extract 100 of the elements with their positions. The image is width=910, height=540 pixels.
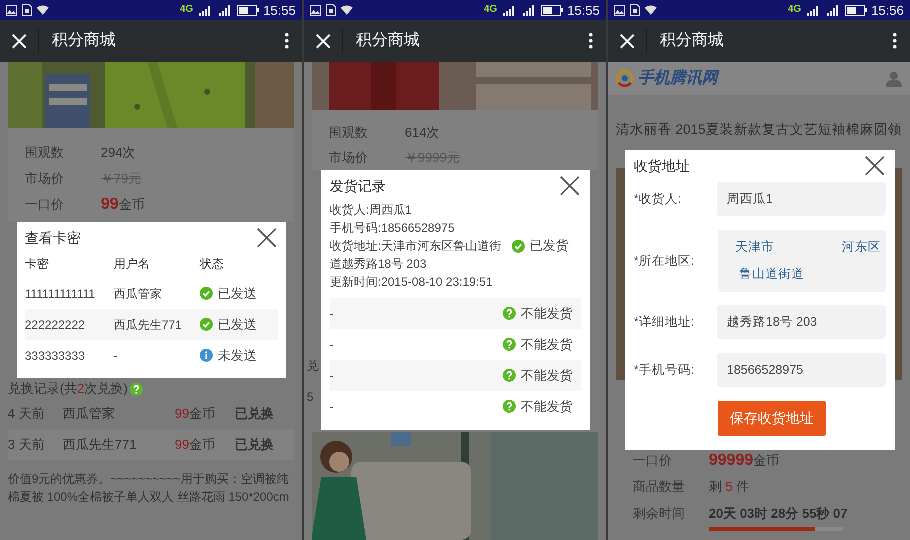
- log-status: 已兑换: [235, 436, 274, 454]
- battery-icon: [845, 4, 868, 16]
- network-label: 4G: [180, 5, 194, 15]
- stock-value: 剩 5 件: [709, 478, 750, 496]
- field-label: *收货人:: [634, 190, 682, 208]
- table-cell-text: 西瓜管家: [114, 286, 163, 302]
- input-field[interactable]: 周西瓜1: [717, 182, 886, 216]
- status-text: 未发送: [218, 346, 257, 365]
- record-line: 收货人:周西瓜1: [330, 202, 412, 219]
- log-status: 已兑换: [235, 404, 274, 423]
- dialog-title: 发货记录: [330, 176, 386, 196]
- wifi-icon: [341, 5, 353, 15]
- header-title: 积分商城: [52, 30, 117, 51]
- close-icon: [316, 34, 330, 48]
- stat-label: 剩余时间: [633, 505, 686, 523]
- exchange-log-title: 兑换记录(共2次兑换): [8, 380, 128, 398]
- table-cell-text: -: [330, 336, 334, 354]
- close-button[interactable]: [256, 227, 278, 249]
- status-text: 不能发货: [521, 398, 573, 416]
- close-icon: [560, 176, 580, 196]
- log-user: 西瓜先生771: [63, 436, 138, 454]
- sim-card-icon: [22, 4, 32, 16]
- field-label: *详细地址:: [634, 314, 696, 331]
- close-icon: [620, 34, 634, 48]
- status-text: 已发送: [218, 316, 257, 334]
- countdown-value: 20天 03时 28分 55秒 07: [709, 505, 848, 523]
- status-text: 不能发货: [521, 304, 573, 323]
- battery-icon: [541, 4, 564, 16]
- region-select[interactable]: 天津市: [736, 238, 775, 257]
- stat-label: 市场价: [25, 170, 65, 188]
- image-icon: [6, 4, 17, 16]
- close-button[interactable]: [559, 175, 581, 197]
- table-cell-text: 111111111111: [25, 286, 96, 302]
- stat-label: 商品数量: [633, 478, 686, 496]
- dialog-title: 查看卡密: [25, 228, 81, 248]
- price-value: 99金币: [101, 195, 145, 215]
- log-amount: 99金币: [175, 436, 216, 454]
- close-button[interactable]: [864, 155, 886, 177]
- status-text: 已发货: [530, 237, 569, 255]
- description: 价值9元的优惠券。~~~~~~~~~~用于购买：空调被纯棉夏被 100%全棉被子单人双人 丝路花雨 150*200cm: [8, 471, 290, 506]
- record-address: 收货地址:天津市河东区鲁山道街道越秀路18号 203: [330, 238, 502, 273]
- column-header: 状态: [200, 256, 224, 273]
- stat-label: 围观数: [25, 144, 65, 162]
- input-field[interactable]: 越秀路18号 203: [717, 305, 886, 339]
- close-icon: [257, 228, 277, 248]
- region-select[interactable]: 河东区: [842, 238, 881, 257]
- menu-icon: [589, 33, 593, 49]
- status-text: 不能发货: [521, 336, 573, 354]
- header-title: 积分商城: [356, 30, 421, 51]
- record-line: 手机号码:18566528975: [330, 220, 455, 237]
- partial-text: 兑: [307, 358, 319, 374]
- menu-icon: [893, 33, 897, 49]
- network-label: 4G: [788, 5, 802, 15]
- question-icon: [130, 382, 143, 396]
- battery-icon: [237, 4, 260, 16]
- price-value: 99999金币: [709, 451, 780, 471]
- image-icon: [310, 4, 321, 16]
- log-user: 西瓜管家: [63, 404, 116, 423]
- product-title: 清水丽香 2015夏装新款复古文艺短袖棉麻圆领: [615, 121, 903, 139]
- stat-label: 市场价: [329, 148, 369, 167]
- sim-card-icon: [630, 4, 640, 16]
- close-icon: [12, 34, 26, 48]
- status-text: 已发送: [218, 284, 257, 303]
- log-time: 4 天前: [8, 404, 46, 423]
- status-time: 15:55: [567, 4, 600, 16]
- record-line: 更新时间:2015-08-10 23:19:51: [330, 274, 493, 291]
- stat-label: 一口价: [25, 196, 65, 214]
- header-title: 积分商城: [660, 30, 725, 51]
- wifi-icon: [645, 5, 657, 15]
- stat-value: 614次: [405, 124, 440, 142]
- status-time: 15:55: [263, 4, 296, 16]
- table-cell-text: 222222222: [25, 316, 86, 334]
- user-icon: [886, 70, 902, 86]
- network-label: 4G: [484, 5, 498, 15]
- site-name: 手机腾讯网: [638, 68, 718, 88]
- field-label: *所在地区:: [634, 252, 696, 270]
- column-header: 卡密: [25, 256, 50, 273]
- close-icon: [865, 156, 885, 176]
- table-cell-text: 333333333: [25, 348, 86, 364]
- stat-value: 294次: [101, 144, 136, 162]
- partial-text: 5: [307, 388, 314, 406]
- input-field[interactable]: 18566528975: [717, 353, 886, 387]
- table-cell-text: -: [114, 348, 119, 364]
- table-cell-text: -: [330, 398, 334, 416]
- status-time: 15:56: [871, 4, 904, 16]
- stat-label: 围观数: [329, 124, 369, 142]
- logo-icon: [616, 70, 634, 88]
- log-amount: 99金币: [175, 404, 216, 423]
- save-button[interactable]: 保存收货地址: [718, 401, 826, 436]
- menu-icon: [285, 33, 289, 49]
- region-select[interactable]: 鲁山道街道: [740, 265, 805, 284]
- table-cell-text: -: [330, 306, 334, 322]
- wifi-icon: [37, 5, 49, 15]
- table-cell-text: -: [330, 368, 334, 384]
- sim-card-icon: [326, 4, 336, 16]
- stat-label: 一口价: [633, 452, 673, 470]
- column-header: 用户名: [114, 256, 151, 273]
- image-icon: [614, 4, 625, 16]
- log-time: 3 天前: [8, 436, 46, 454]
- table-cell-text: 西瓜先生771: [114, 316, 184, 334]
